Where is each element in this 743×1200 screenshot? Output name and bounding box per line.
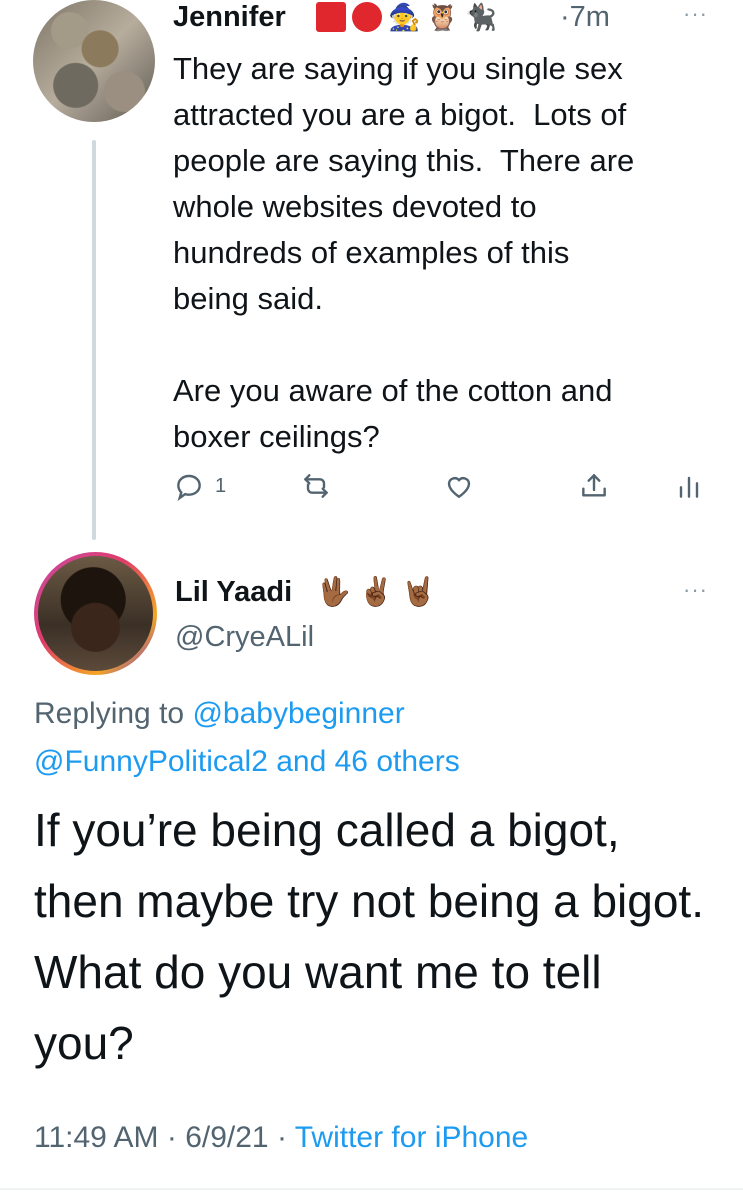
tweet-meta: 11:49 AM · 6/9/21 · Twitter for iPhone <box>34 1120 528 1156</box>
black-cat-emoji: 🐈‍⬛ <box>464 2 498 32</box>
tweet-date[interactable]: 6/9/21 <box>185 1121 268 1154</box>
analytics-icon <box>679 476 699 498</box>
red-circle-emoji <box>352 2 382 32</box>
owl-emoji: 🦉 <box>426 2 459 32</box>
share-icon <box>582 474 606 497</box>
mage-emoji: 🧙 <box>388 2 421 32</box>
name-emojis: 🧙 🦉 🐈‍⬛ <box>316 2 497 32</box>
author-name[interactable]: Jennifer <box>173 0 286 34</box>
meta-separator: · <box>268 1121 295 1154</box>
meta-separator: · <box>158 1121 186 1154</box>
author-handle[interactable]: @CryeALil <box>175 620 314 654</box>
name-emojis: 🖖🏾 ✌🏾 🤘🏾 <box>316 576 437 607</box>
time-separator: · <box>560 1 570 33</box>
time-value: 7m <box>569 1 610 33</box>
avatar-jennifer[interactable] <box>33 0 155 122</box>
tweet-actions: 1 <box>173 470 713 510</box>
analytics-button[interactable] <box>673 470 705 502</box>
more-options-button[interactable]: ··· <box>683 3 708 25</box>
reply-button[interactable]: 1 <box>173 470 226 502</box>
tweet-source[interactable]: Twitter for iPhone <box>295 1121 528 1154</box>
author-name[interactable]: Lil Yaadi <box>175 575 292 609</box>
more-options-button[interactable]: ··· <box>683 579 708 601</box>
retweet-icon <box>304 474 328 498</box>
tweet-text: They are saying if you single sex attrac… <box>173 51 635 454</box>
reply-icon <box>177 474 201 501</box>
divider <box>0 1188 743 1190</box>
tweet-time[interactable]: ·7m <box>560 0 610 34</box>
retweet-button[interactable] <box>300 470 332 502</box>
tweet-time[interactable]: 11:49 AM <box>34 1121 159 1154</box>
profile-photo <box>38 556 153 671</box>
mention-babybeginner[interactable]: @babybeginner <box>192 697 404 730</box>
avatar-lil-yaadi[interactable] <box>34 552 157 675</box>
replying-label: Replying to <box>34 697 193 730</box>
red-square-emoji <box>316 2 346 32</box>
replying-to: Replying to @babybeginner @FunnyPolitica… <box>34 690 714 786</box>
tweet-text: If you’re being called a bigot, then may… <box>34 804 704 1069</box>
like-button[interactable] <box>443 470 475 502</box>
like-icon <box>447 477 471 499</box>
mention-others[interactable]: @FunnyPolitical2 and 46 others <box>34 745 460 778</box>
reply-count: 1 <box>215 474 227 497</box>
thread-line <box>92 140 96 540</box>
share-button[interactable] <box>578 470 610 502</box>
